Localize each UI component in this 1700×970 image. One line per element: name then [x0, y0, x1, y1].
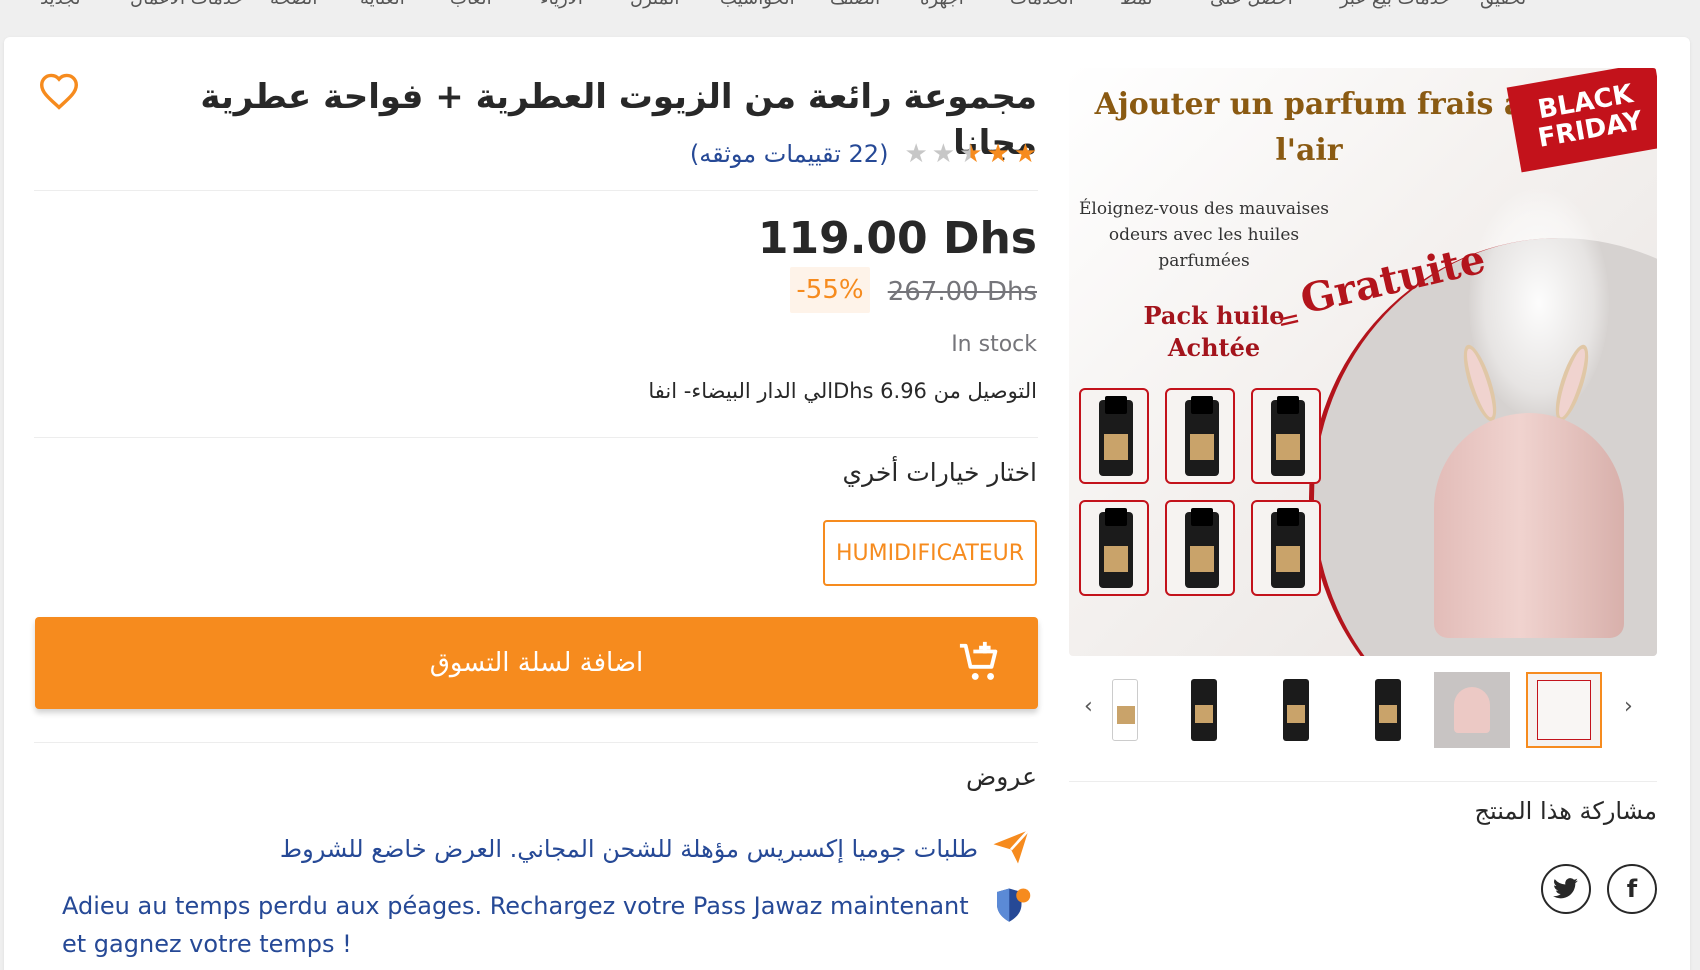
- thumbnail[interactable]: [1110, 672, 1140, 748]
- add-to-cart-button[interactable]: اضافة لسلة التسوق: [35, 617, 1038, 709]
- thumbnail[interactable]: [1258, 672, 1334, 748]
- category-link[interactable]: الصنف: [830, 0, 880, 9]
- offers-title: عروض: [965, 762, 1037, 791]
- category-link[interactable]: تجديد: [40, 0, 81, 9]
- product-main-image[interactable]: Ajouter un parfum frais à l'air BLACK FR…: [1069, 68, 1657, 656]
- oil-bottle: [1251, 388, 1321, 484]
- category-link[interactable]: أجهزة: [920, 0, 964, 9]
- category-link[interactable]: احصل على: [1210, 0, 1293, 9]
- facebook-share-button[interactable]: f: [1607, 864, 1657, 914]
- options-title: اختار خيارات أخري: [842, 458, 1037, 487]
- star-half-icon: ★: [959, 139, 983, 169]
- category-link[interactable]: الصحة: [270, 0, 317, 9]
- offer-link[interactable]: طلبات جوميا إكسبريس مؤهلة للشحن المجاني.…: [280, 830, 978, 868]
- image-subtext: Éloignez-vous des mauvaises odeurs avec …: [1079, 199, 1329, 271]
- product-rating[interactable]: ★ ★ ★ ★ ★ (22 تقييمات موثقه): [690, 140, 1037, 168]
- category-link[interactable]: ألعاب: [450, 0, 492, 9]
- add-to-cart-label: اضافة لسلة التسوق: [429, 648, 644, 678]
- thumbnail-strip: [1080, 672, 1650, 750]
- shield-badge-icon: [997, 888, 1031, 922]
- add-to-cart-icon: [959, 641, 998, 680]
- wishlist-heart-icon[interactable]: [38, 72, 80, 110]
- discount-badge: -55%: [790, 267, 870, 313]
- offer-link[interactable]: Adieu au temps perdu aux péages. Recharg…: [62, 887, 984, 963]
- current-price: 119.00 Dhs: [757, 213, 1037, 264]
- star-full-icon: ★: [1013, 139, 1037, 169]
- delivery-info: التوصيل من Dhs 6.96الي الدار البيضاء- ان…: [648, 379, 1037, 403]
- star-empty-icon: ★: [931, 139, 956, 169]
- gallery-divider: [1069, 781, 1657, 782]
- category-link[interactable]: خدمات بيع عبر: [1340, 0, 1450, 9]
- thumbnail[interactable]: [1434, 672, 1510, 748]
- category-link[interactable]: تحقيق: [1480, 0, 1526, 9]
- twitter-share-button[interactable]: [1541, 864, 1591, 914]
- category-link[interactable]: خدمات الأعمال: [130, 0, 243, 9]
- category-link[interactable]: العناية: [360, 0, 405, 9]
- old-price: 267.00 Dhs: [887, 277, 1037, 307]
- thumbnail[interactable]: [1166, 672, 1242, 748]
- oil-bottle: [1251, 500, 1321, 596]
- category-strip: تحقيق خدمات بيع عبر احصل على نمط الخدمات…: [0, 0, 1700, 30]
- oil-bottle: [1079, 388, 1149, 484]
- variant-option-button[interactable]: HUMIDIFICATEUR: [823, 520, 1037, 586]
- diffuser-image: [1434, 413, 1624, 638]
- thumbnail-active[interactable]: [1526, 672, 1602, 748]
- star-empty-icon: ★: [904, 139, 928, 169]
- share-title: مشاركة هذا المنتج: [1474, 797, 1657, 825]
- oil-bottle: [1079, 500, 1149, 596]
- oil-bottle: [1165, 388, 1235, 484]
- thumbnail[interactable]: [1350, 672, 1426, 748]
- oil-bottle: [1165, 500, 1235, 596]
- divider: [34, 437, 1038, 438]
- category-link[interactable]: الخدمات: [1010, 0, 1074, 9]
- paper-plane-icon: [993, 829, 1030, 864]
- ratings-count-link[interactable]: (22 تقييمات موثقه): [690, 140, 889, 168]
- image-headline: Ajouter un parfum frais à l'air: [1094, 87, 1524, 168]
- black-friday-badge: BLACK FRIDAY: [1506, 68, 1657, 173]
- divider: [34, 190, 1038, 191]
- category-link[interactable]: الحواسيب: [720, 0, 795, 9]
- category-link[interactable]: المنزل: [630, 0, 679, 9]
- category-link[interactable]: نمط: [1120, 0, 1153, 9]
- twitter-icon: [1553, 878, 1578, 899]
- category-link[interactable]: الأزياء: [540, 0, 583, 9]
- star-full-icon: ★: [986, 139, 1010, 169]
- divider: [34, 742, 1038, 743]
- facebook-icon: f: [1626, 875, 1638, 903]
- stock-status: In stock: [951, 332, 1037, 357]
